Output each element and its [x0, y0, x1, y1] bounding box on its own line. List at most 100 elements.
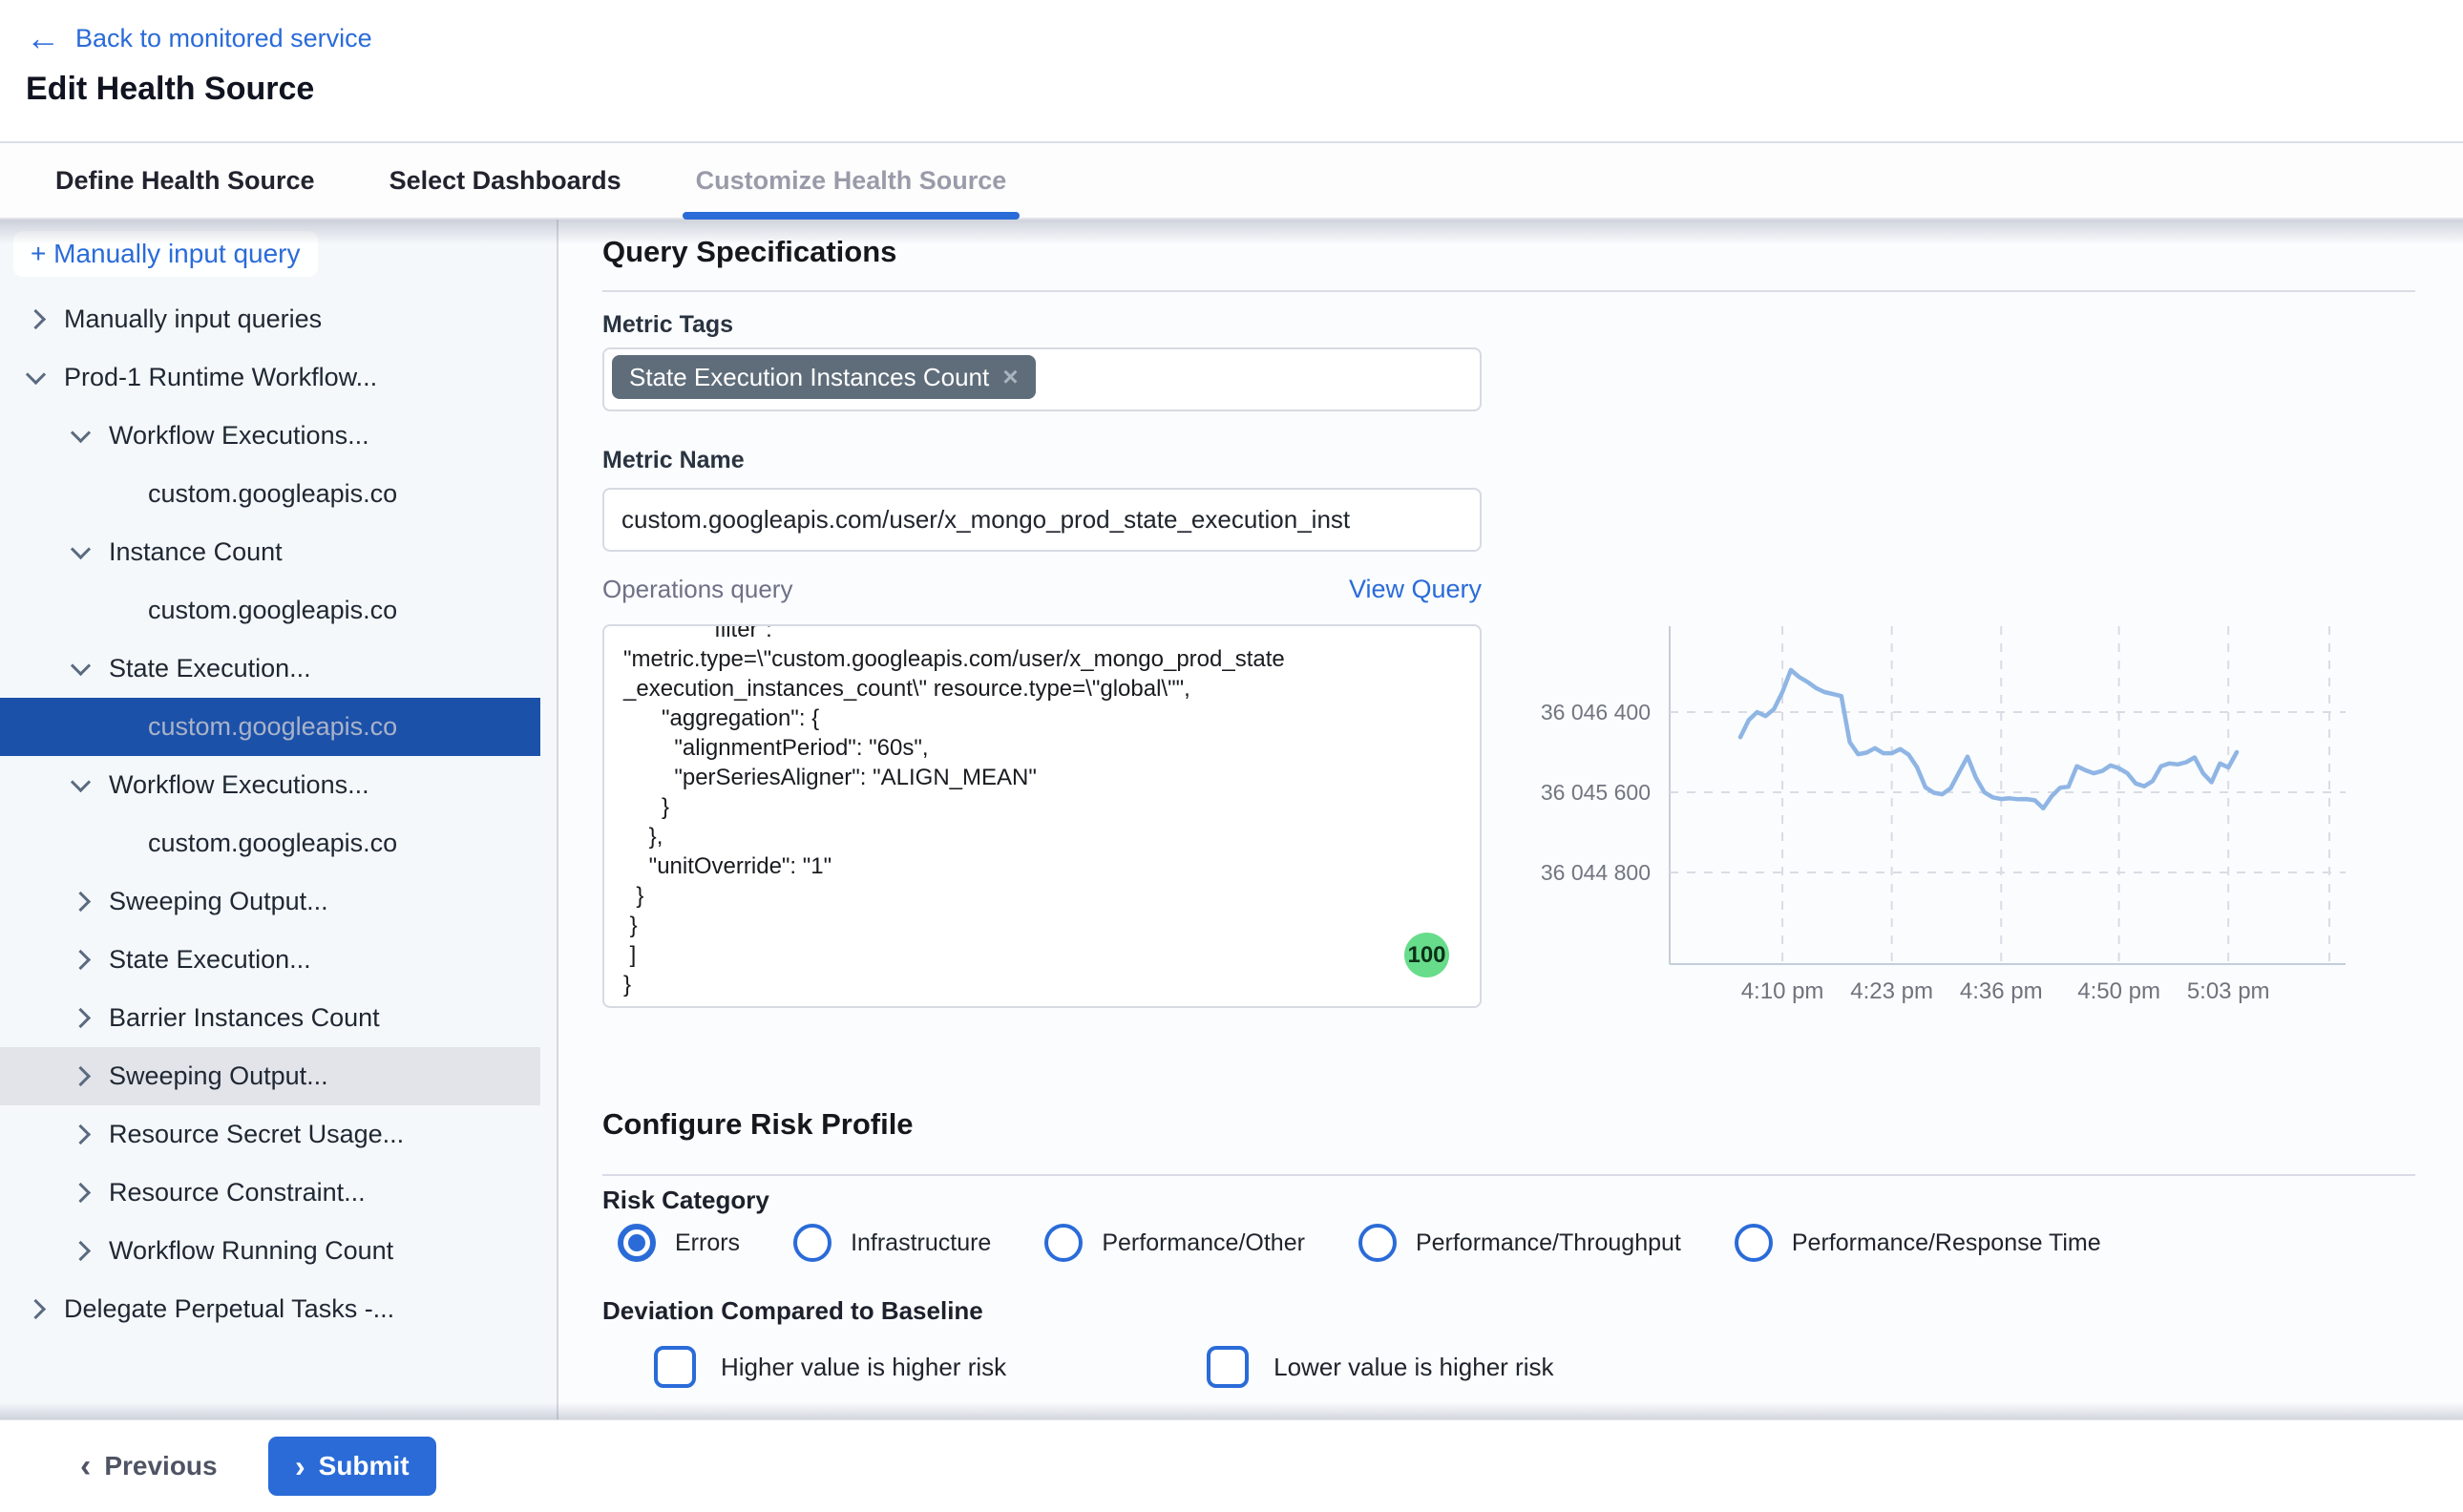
tree-item-custom-googleapis-co[interactable]: custom.googleapis.co — [0, 698, 540, 756]
risk-category-label: Risk Category — [602, 1186, 769, 1215]
query-specifications-title: Query Specifications — [602, 235, 896, 269]
operations-query-row: Operations query View Query — [602, 575, 1482, 604]
tree-item-sweeping-output[interactable]: Sweeping Output... — [0, 1047, 540, 1105]
chevron-down-icon[interactable] — [71, 539, 91, 559]
tree-item-custom-googleapis-co[interactable]: custom.googleapis.co — [0, 814, 557, 872]
back-link-label: Back to monitored service — [75, 24, 372, 53]
radio-label: Infrastructure — [851, 1229, 991, 1257]
radio-label: Performance/Response Time — [1792, 1229, 2101, 1257]
svg-text:36 044 800: 36 044 800 — [1541, 860, 1651, 885]
metric-tags-label: Metric Tags — [602, 311, 733, 339]
tree-item-workflow-executions[interactable]: Workflow Executions... — [0, 756, 557, 814]
tree-item-workflow-executions[interactable]: Workflow Executions... — [0, 407, 557, 465]
risk-radio-errors[interactable]: Errors — [618, 1224, 740, 1262]
divider — [602, 1174, 2415, 1176]
risk-radio-performance-other[interactable]: Performance/Other — [1044, 1224, 1305, 1262]
chevron-down-icon[interactable] — [71, 656, 91, 676]
metrics-tree-sidebar: + Manually input query Manually input qu… — [0, 220, 558, 1419]
chevron-right-icon[interactable] — [71, 1183, 91, 1203]
tree-item-label: Manually input queries — [64, 304, 322, 334]
deviation-checkbox-higher-value-is-higher-risk[interactable]: Higher value is higher risk — [654, 1346, 1006, 1388]
chevron-right-icon[interactable] — [71, 892, 91, 912]
chevron-right-icon[interactable] — [71, 1008, 91, 1028]
checkbox-icon[interactable] — [654, 1346, 696, 1388]
chevron-down-icon[interactable] — [71, 423, 91, 443]
add-manual-query-button[interactable]: + Manually input query — [13, 231, 318, 277]
tree-item-label: Sweeping Output... — [109, 1061, 328, 1091]
metric-tag-chip[interactable]: State Execution Instances Count × — [612, 355, 1036, 399]
tree-item-custom-googleapis-co[interactable]: custom.googleapis.co — [0, 465, 557, 523]
tree-item-label: Prod-1 Runtime Workflow... — [64, 363, 377, 392]
svg-text:4:50 pm: 4:50 pm — [2077, 978, 2160, 1004]
metric-preview-chart: 36 046 40036 045 60036 044 8004:10 pm4:2… — [1489, 601, 2425, 1012]
submit-label: Submit — [319, 1451, 410, 1481]
risk-radio-performance-response-time[interactable]: Performance/Response Time — [1735, 1224, 2101, 1262]
tree-item-label: Delegate Perpetual Tasks -... — [64, 1294, 394, 1324]
operations-query-text: "filter": "metric.type=\"custom.googleap… — [623, 624, 1461, 999]
tree-item-manually-input-queries[interactable]: Manually input queries — [0, 290, 557, 348]
operations-query-textarea[interactable]: "filter": "metric.type=\"custom.googleap… — [602, 624, 1482, 1008]
checkbox-label: Higher value is higher risk — [721, 1353, 1006, 1382]
configure-risk-profile-title: Configure Risk Profile — [602, 1107, 914, 1142]
tree-item-label: Resource Secret Usage... — [109, 1120, 404, 1149]
back-to-monitored-service-link[interactable]: ← Back to monitored service — [26, 21, 372, 55]
chevron-right-icon[interactable] — [71, 1066, 91, 1086]
tree-item-resource-secret-usage[interactable]: Resource Secret Usage... — [0, 1105, 557, 1164]
tree-item-label: Sweeping Output... — [109, 887, 328, 916]
chevron-right-icon[interactable] — [71, 950, 91, 970]
metric-tags-input[interactable]: State Execution Instances Count × — [602, 347, 1482, 411]
tree-item-workflow-running-count[interactable]: Workflow Running Count — [0, 1222, 557, 1280]
risk-radio-infrastructure[interactable]: Infrastructure — [793, 1224, 991, 1262]
previous-button[interactable]: ‹ Previous — [80, 1451, 218, 1481]
radio-selected-icon[interactable] — [618, 1224, 656, 1262]
radio-icon[interactable] — [793, 1224, 832, 1262]
chevron-right-icon[interactable] — [26, 309, 46, 329]
deviation-baseline-label: Deviation Compared to Baseline — [602, 1296, 983, 1326]
tree-item-delegate-perpetual-tasks[interactable]: Delegate Perpetual Tasks -... — [0, 1280, 557, 1338]
tree-item-sweeping-output[interactable]: Sweeping Output... — [0, 872, 557, 931]
svg-text:4:36 pm: 4:36 pm — [1960, 978, 2043, 1004]
tree-item-label: Instance Count — [109, 537, 283, 567]
left-arrow-icon: ← — [26, 21, 60, 55]
svg-text:36 045 600: 36 045 600 — [1541, 780, 1651, 805]
risk-radio-performance-throughput[interactable]: Performance/Throughput — [1358, 1224, 1681, 1262]
chevron-right-icon[interactable] — [71, 1124, 91, 1144]
tree-item-label: State Execution... — [109, 945, 311, 975]
chevron-right-icon[interactable] — [26, 1299, 46, 1319]
svg-text:36 046 400: 36 046 400 — [1541, 700, 1651, 724]
tree-item-custom-googleapis-co[interactable]: custom.googleapis.co — [0, 581, 557, 640]
tree-item-state-execution[interactable]: State Execution... — [0, 931, 557, 989]
chevron-right-icon: › — [295, 1453, 305, 1480]
radio-label: Performance/Other — [1102, 1229, 1305, 1257]
tree-item-barrier-instances-count[interactable]: Barrier Instances Count — [0, 989, 557, 1047]
remove-tag-icon[interactable]: × — [1002, 365, 1018, 389]
submit-button[interactable]: › Submit — [268, 1437, 436, 1496]
risk-category-radio-group: Errors Infrastructure Performance/Other Per… — [618, 1224, 2101, 1262]
tab-define-health-source[interactable]: Define Health Source — [46, 143, 325, 218]
tab-select-dashboards[interactable]: Select Dashboards — [380, 143, 631, 218]
radio-icon[interactable] — [1358, 1224, 1397, 1262]
edit-health-source-page: ← Back to monitored service Edit Health … — [0, 0, 2463, 1512]
page-header: ← Back to monitored service Edit Health … — [0, 0, 2463, 141]
tree-item-resource-constraint[interactable]: Resource Constraint... — [0, 1164, 557, 1222]
checkbox-icon[interactable] — [1207, 1346, 1249, 1388]
previous-label: Previous — [104, 1451, 217, 1481]
tree-item-instance-count[interactable]: Instance Count — [0, 523, 557, 581]
chevron-down-icon[interactable] — [26, 365, 46, 385]
deviation-checkbox-lower-value-is-higher-risk[interactable]: Lower value is higher risk — [1207, 1346, 1553, 1388]
tree-item-state-execution[interactable]: State Execution... — [0, 640, 557, 698]
chevron-right-icon[interactable] — [71, 1241, 91, 1261]
svg-text:4:23 pm: 4:23 pm — [1850, 978, 1933, 1004]
view-query-link[interactable]: View Query — [1349, 575, 1482, 604]
tree-item-label: Workflow Executions... — [109, 770, 369, 800]
radio-icon[interactable] — [1735, 1224, 1773, 1262]
radio-label: Performance/Throughput — [1416, 1229, 1681, 1257]
tab-customize-health-source[interactable]: Customize Health Source — [686, 143, 1017, 218]
metric-name-input[interactable]: custom.googleapis.com/user/x_mongo_prod_… — [602, 488, 1482, 552]
records-count-badge: 100 — [1404, 933, 1449, 977]
chevron-down-icon[interactable] — [71, 772, 91, 792]
content-area: + Manually input query Manually input qu… — [0, 220, 2463, 1419]
tree-item-prod-1-runtime-workflow[interactable]: Prod-1 Runtime Workflow... — [0, 348, 557, 407]
radio-icon[interactable] — [1044, 1224, 1083, 1262]
metric-tag-label: State Execution Instances Count — [629, 363, 989, 392]
